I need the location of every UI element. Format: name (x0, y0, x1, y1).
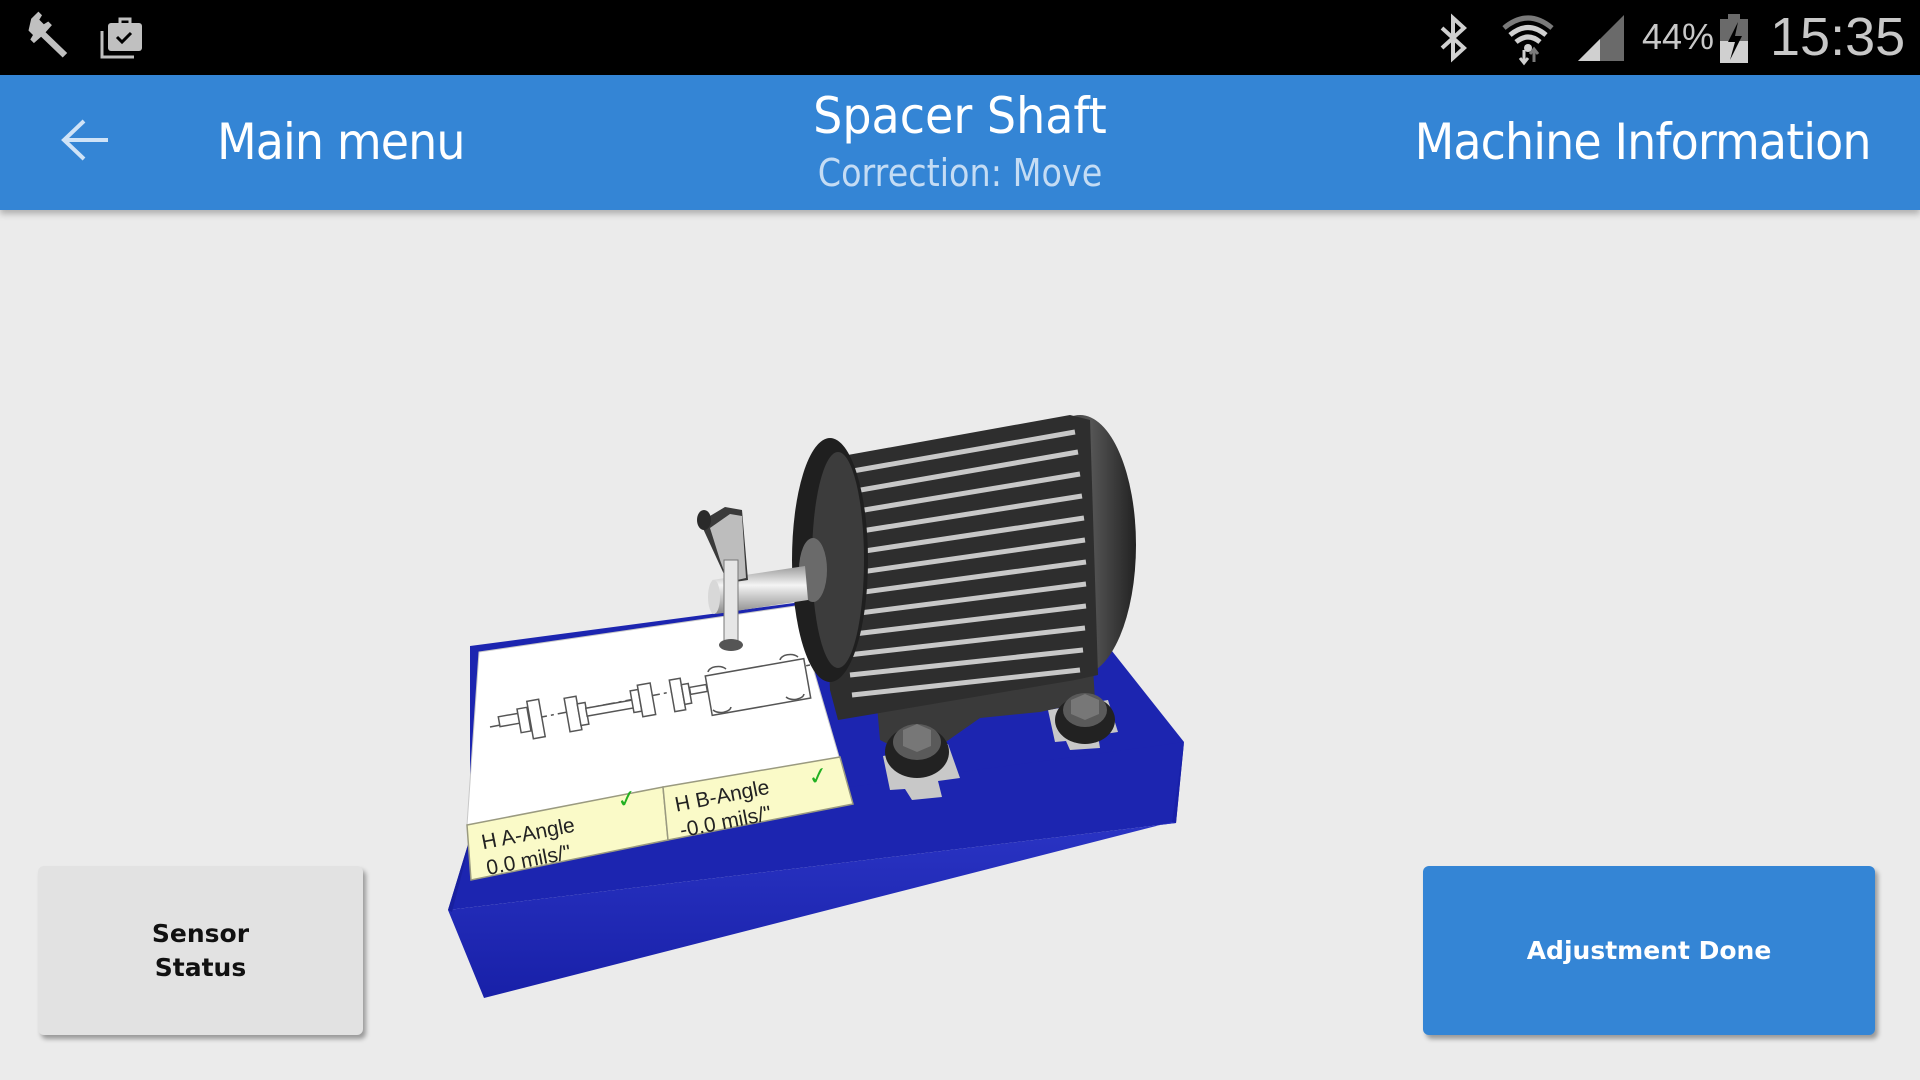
adjustment-done-button[interactable]: Adjustment Done (1423, 866, 1875, 1035)
machine-base (448, 603, 1184, 998)
sensor-status-label-line2: Status (154, 952, 247, 982)
reading-a-value: 0.0 mils/" (484, 841, 572, 880)
battery-charging-icon (1718, 0, 1750, 75)
battery-percent: 44% (1642, 16, 1715, 57)
shaft-train-diagram (489, 653, 812, 740)
motor (792, 415, 1136, 720)
status-bar: 44% 15:35 (0, 0, 1920, 75)
sensor-status-label-line1: Sensor (151, 918, 250, 948)
motor-feet (873, 620, 1118, 800)
back-button[interactable] (50, 105, 120, 175)
alignment-sensor (697, 507, 748, 651)
main-menu-link[interactable]: Main menu (217, 113, 466, 171)
page-title: Spacer Shaft (813, 87, 1107, 145)
reading-cell-b (662, 756, 854, 841)
briefcase-check-icon (98, 0, 148, 75)
reading-a-check-icon: ✓ (615, 784, 640, 814)
title-block: Spacer Shaft Correction: Move (660, 85, 1260, 199)
bluetooth-icon (1434, 0, 1474, 75)
cooling-fins (829, 429, 1087, 698)
signal-icon (1576, 0, 1626, 75)
arrow-left-icon (61, 119, 108, 161)
sensor-status-button[interactable]: Sensor Status (38, 866, 363, 1035)
shaft (708, 566, 808, 614)
reading-cell-a (466, 786, 669, 881)
reading-b-check-icon: ✓ (806, 761, 831, 791)
display-panel: H A-Angle 0.0 mils/" ✓ H B-Angle -0.0 mi… (466, 605, 854, 881)
wifi-icon (1500, 0, 1556, 75)
page-subtitle: Correction: Move (817, 151, 1103, 195)
clock: 15:35 (1770, 7, 1906, 67)
machine-information-button[interactable]: Machine Information (1415, 113, 1872, 171)
reading-b-value: -0.0 mils/" (678, 802, 773, 842)
wrench-icon (22, 0, 78, 75)
app-bar: Main menu Spacer Shaft Correction: Move … (0, 75, 1920, 210)
reading-b-label: H B-Angle (673, 776, 771, 817)
reading-a-label: H A-Angle (480, 814, 577, 855)
